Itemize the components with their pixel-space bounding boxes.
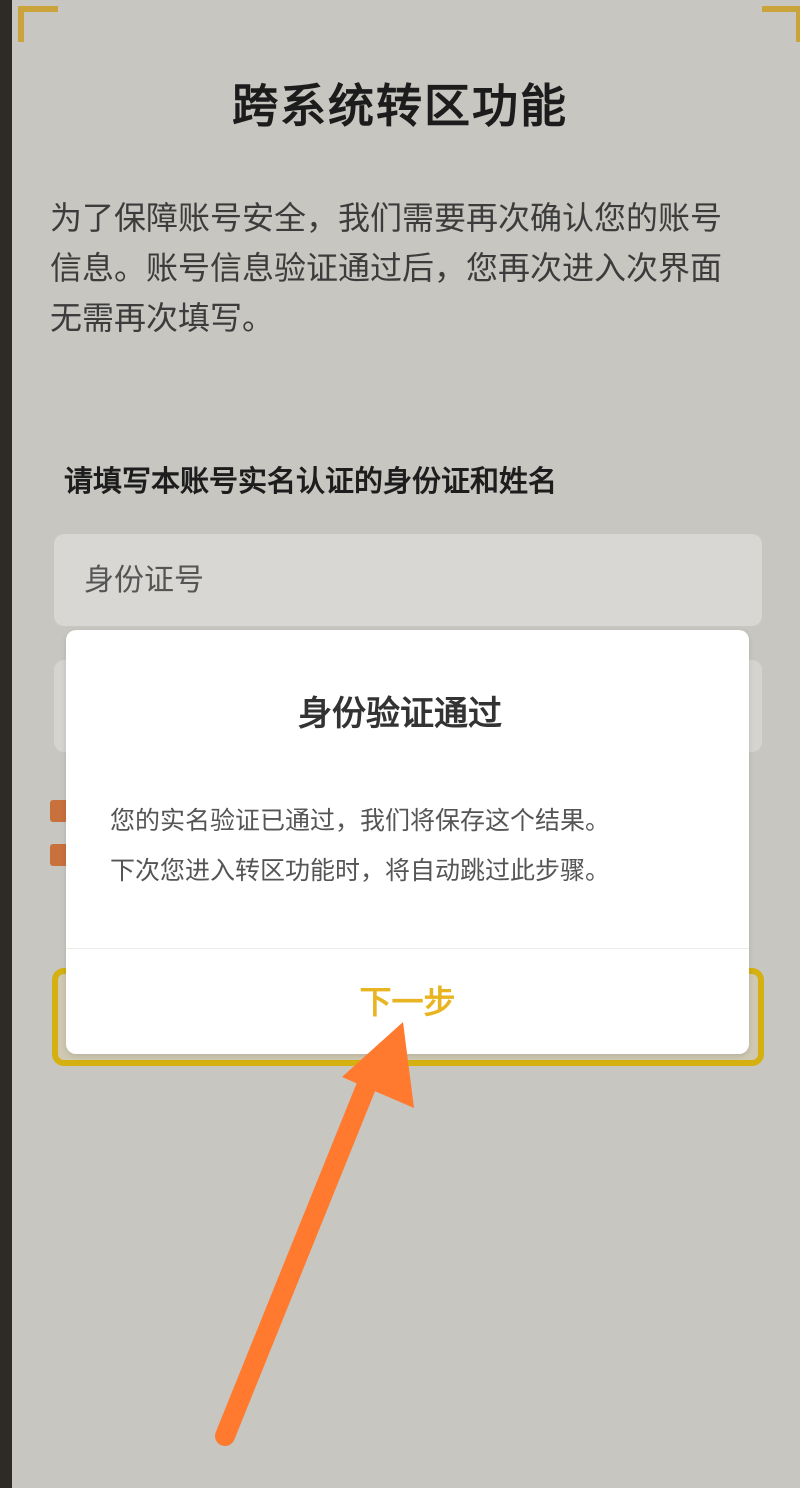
- corner-bracket-top-right: [762, 6, 800, 42]
- dialog-body-line: 下次您进入转区功能时，将自动跳过此步骤。: [110, 856, 611, 885]
- form-label: 请填写本账号实名认证的身份证和姓名: [64, 464, 558, 498]
- id-number-input[interactable]: [54, 534, 762, 626]
- intro-line: 信息。账号信息验证通过后，您再次进入次界面: [50, 249, 723, 287]
- corner-bracket-top-left: [18, 6, 58, 42]
- intro-line: 为了保障账号安全，我们需要再次确认您的账号: [50, 199, 723, 237]
- arrow-shaft: [215, 1062, 382, 1446]
- left-edge-bar: [0, 0, 12, 1488]
- dialog-title: 身份验证通过: [298, 694, 502, 734]
- intro-text: 为了保障账号安全，我们需要再次确认您的账号 信息。账号信息验证通过后，您再次进入…: [50, 193, 760, 343]
- dialog-body: 您的实名验证已通过，我们将保存这个结果。 下次您进入转区功能时，将自动跳过此步骤…: [110, 796, 710, 896]
- dialog-body-line: 您的实名验证已通过，我们将保存这个结果。: [110, 806, 611, 835]
- dialog-divider: [66, 948, 749, 949]
- intro-line: 无需再次填写。: [50, 299, 275, 337]
- page-title: 跨系统转区功能: [232, 79, 568, 133]
- next-step-button[interactable]: 下一步: [66, 950, 749, 1054]
